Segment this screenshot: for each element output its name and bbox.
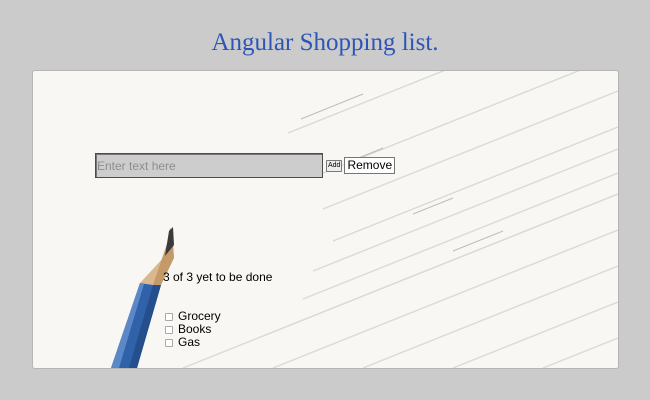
shopping-list-card: Add Remove 3 of 3 yet to be done Grocery… xyxy=(32,70,619,369)
item-checkbox[interactable] xyxy=(165,338,173,347)
pencil-illustration xyxy=(111,227,174,368)
page-title: Angular Shopping list. xyxy=(211,29,439,56)
item-checkbox[interactable] xyxy=(165,325,173,334)
list-item: Gas xyxy=(163,336,221,349)
list-item-label: Gas xyxy=(178,335,201,349)
add-button[interactable]: Add xyxy=(326,159,343,172)
remove-button[interactable]: Remove xyxy=(344,157,396,174)
item-text-input[interactable] xyxy=(95,153,323,178)
todo-list: Grocery Books Gas xyxy=(163,310,221,349)
entry-row: Add Remove xyxy=(95,153,396,178)
item-checkbox[interactable] xyxy=(165,312,173,321)
remaining-count: 3 of 3 yet to be done xyxy=(163,270,273,284)
